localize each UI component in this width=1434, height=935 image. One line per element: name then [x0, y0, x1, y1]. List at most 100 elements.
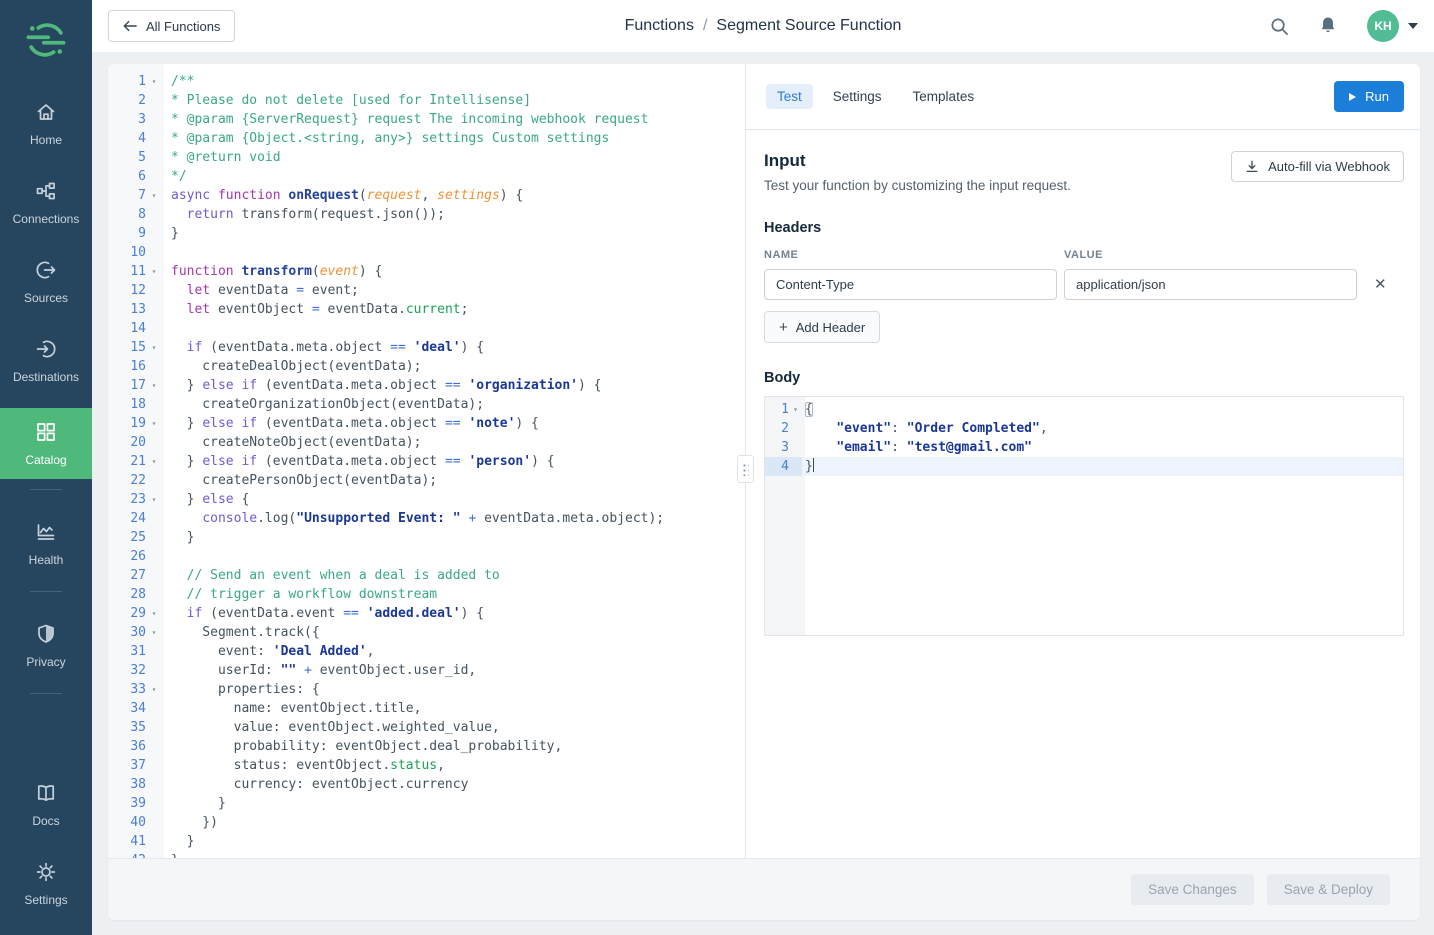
fold-toggle-icon[interactable]: [146, 129, 162, 148]
code-line[interactable]: 16 createDealObject(eventData);: [108, 357, 745, 376]
code-line[interactable]: 2 "event": "Order Completed",: [765, 419, 1403, 438]
code-line[interactable]: 21▾ } else if (eventData.meta.object == …: [108, 452, 745, 471]
code-line[interactable]: 13 let eventObject = eventData.current;: [108, 300, 745, 319]
fold-toggle-icon[interactable]: [146, 91, 162, 110]
fold-toggle-icon[interactable]: [789, 457, 802, 476]
sidebar-item-sources[interactable]: Sources: [0, 250, 92, 313]
tab-templates[interactable]: Templates: [902, 84, 986, 109]
sidebar-item-docs[interactable]: Docs: [0, 773, 92, 836]
fold-toggle-icon[interactable]: [146, 566, 162, 585]
fold-toggle-icon[interactable]: [146, 281, 162, 300]
tab-settings[interactable]: Settings: [822, 84, 893, 109]
fold-toggle-icon[interactable]: ▾: [146, 262, 162, 281]
code-line[interactable]: 35 value: eventObject.weighted_value,: [108, 718, 745, 737]
code-line[interactable]: 32 userId: "" + eventObject.user_id,: [108, 661, 745, 680]
fold-toggle-icon[interactable]: ▾: [789, 400, 802, 419]
code-line[interactable]: 30▾ Segment.track({: [108, 623, 745, 642]
run-button[interactable]: Run: [1334, 81, 1404, 112]
fold-toggle-icon[interactable]: [146, 433, 162, 452]
fold-toggle-icon[interactable]: ▾: [146, 490, 162, 509]
code-line[interactable]: 18 createOrganizationObject(eventData);: [108, 395, 745, 414]
fold-toggle-icon[interactable]: ▾: [146, 376, 162, 395]
fold-toggle-icon[interactable]: [146, 794, 162, 813]
fold-toggle-icon[interactable]: [146, 661, 162, 680]
code-line[interactable]: 12 let eventData = event;: [108, 281, 745, 300]
code-line[interactable]: 19▾ } else if (eventData.meta.object == …: [108, 414, 745, 433]
fold-toggle-icon[interactable]: [146, 509, 162, 528]
sidebar-item-connections[interactable]: Connections: [0, 171, 92, 234]
sidebar-item-home[interactable]: Home: [0, 92, 92, 155]
code-line[interactable]: 24 console.log("Unsupported Event: " + e…: [108, 509, 745, 528]
fold-toggle-icon[interactable]: ▾: [146, 186, 162, 205]
fold-toggle-icon[interactable]: [146, 851, 162, 858]
code-line[interactable]: 14: [108, 319, 745, 338]
code-line[interactable]: 6 */: [108, 167, 745, 186]
fold-toggle-icon[interactable]: ▾: [146, 623, 162, 642]
source-code-editor[interactable]: 1▾ /** 2 * Please do not delete [used fo…: [108, 64, 745, 858]
fold-toggle-icon[interactable]: [146, 167, 162, 186]
header-value-input[interactable]: [1064, 269, 1357, 300]
code-line[interactable]: 31 event: 'Deal Added',: [108, 642, 745, 661]
code-line[interactable]: 27 // Send an event when a deal is added…: [108, 566, 745, 585]
chevron-down-icon[interactable]: [1408, 23, 1418, 29]
sidebar-item-health[interactable]: Health: [0, 512, 92, 575]
code-line[interactable]: 3 "email": "test@gmail.com": [765, 438, 1403, 457]
segment-logo[interactable]: [24, 14, 68, 66]
tab-test[interactable]: Test: [766, 84, 813, 109]
fold-toggle-icon[interactable]: [146, 832, 162, 851]
code-line[interactable]: 38 currency: eventObject.currency: [108, 775, 745, 794]
fold-toggle-icon[interactable]: [146, 395, 162, 414]
fold-toggle-icon[interactable]: [146, 756, 162, 775]
sidebar-item-settings[interactable]: Settings: [0, 852, 92, 915]
code-line[interactable]: 25 }: [108, 528, 745, 547]
code-line[interactable]: 17▾ } else if (eventData.meta.object == …: [108, 376, 745, 395]
code-line[interactable]: 22 createPersonObject(eventData);: [108, 471, 745, 490]
search-button[interactable]: [1270, 17, 1289, 36]
code-line[interactable]: 1▾ /**: [108, 72, 745, 91]
fold-toggle-icon[interactable]: [789, 419, 802, 438]
notifications-button[interactable]: [1319, 16, 1337, 36]
fold-toggle-icon[interactable]: [789, 438, 802, 457]
code-line[interactable]: 33▾ properties: {: [108, 680, 745, 699]
fold-toggle-icon[interactable]: [146, 642, 162, 661]
code-line[interactable]: 4 * @param {Object.<string, any>} settin…: [108, 129, 745, 148]
all-functions-back-button[interactable]: All Functions: [108, 10, 235, 42]
fold-toggle-icon[interactable]: [146, 243, 162, 262]
fold-toggle-icon[interactable]: [146, 585, 162, 604]
fold-toggle-icon[interactable]: ▾: [146, 680, 162, 699]
fold-toggle-icon[interactable]: ▾: [146, 414, 162, 433]
fold-toggle-icon[interactable]: [146, 813, 162, 832]
code-line[interactable]: 42 }: [108, 851, 745, 858]
code-line[interactable]: 41 }: [108, 832, 745, 851]
code-line[interactable]: 23▾ } else {: [108, 490, 745, 509]
fold-toggle-icon[interactable]: [146, 528, 162, 547]
code-line[interactable]: 40 }): [108, 813, 745, 832]
fold-toggle-icon[interactable]: [146, 300, 162, 319]
code-line[interactable]: 2 * Please do not delete [used for Intel…: [108, 91, 745, 110]
fold-toggle-icon[interactable]: ▾: [146, 452, 162, 471]
code-line[interactable]: 37 status: eventObject.status,: [108, 756, 745, 775]
fold-toggle-icon[interactable]: [146, 205, 162, 224]
fold-toggle-icon[interactable]: ▾: [146, 72, 162, 91]
fold-toggle-icon[interactable]: [146, 357, 162, 376]
fold-toggle-icon[interactable]: ▾: [146, 604, 162, 623]
code-line[interactable]: 34 name: eventObject.title,: [108, 699, 745, 718]
fold-toggle-icon[interactable]: ▾: [146, 338, 162, 357]
request-body-editor[interactable]: 1▾ { 2 "event": "Order Completed", 3 "em…: [764, 396, 1404, 636]
save-changes-button[interactable]: Save Changes: [1131, 874, 1254, 905]
avatar[interactable]: KH: [1367, 10, 1399, 42]
code-line[interactable]: 28 // trigger a workflow downstream: [108, 585, 745, 604]
code-line[interactable]: 36 probability: eventObject.deal_probabi…: [108, 737, 745, 756]
remove-header-button[interactable]: ✕: [1374, 277, 1387, 292]
code-line[interactable]: 5 * @return void: [108, 148, 745, 167]
fold-toggle-icon[interactable]: [146, 737, 162, 756]
fold-toggle-icon[interactable]: [146, 775, 162, 794]
fold-toggle-icon[interactable]: [146, 224, 162, 243]
code-line[interactable]: 39 }: [108, 794, 745, 813]
code-line[interactable]: 20 createNoteObject(eventData);: [108, 433, 745, 452]
autofill-webhook-button[interactable]: Auto-fill via Webhook: [1231, 151, 1404, 182]
code-line[interactable]: 7▾ async function onRequest(request, set…: [108, 186, 745, 205]
code-line[interactable]: 26: [108, 547, 745, 566]
fold-toggle-icon[interactable]: [146, 471, 162, 490]
code-line[interactable]: 4 }: [765, 457, 1403, 476]
